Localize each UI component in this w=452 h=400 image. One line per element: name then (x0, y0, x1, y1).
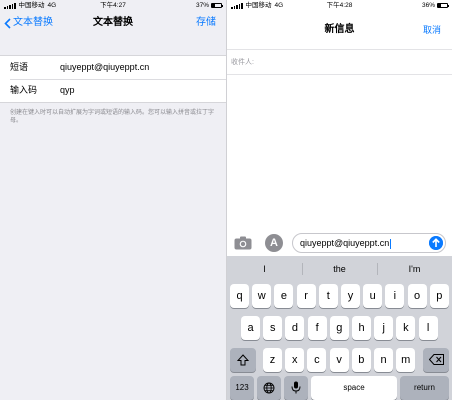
globe-key[interactable] (257, 376, 281, 400)
save-button[interactable]: 存储 (196, 11, 216, 35)
globe-icon (263, 382, 275, 394)
status-time: 下午4:28 (326, 2, 353, 9)
key-r[interactable]: r (296, 284, 316, 308)
key-z[interactable]: z (263, 348, 282, 372)
compose-bar: A qiuyeppt@qiuyeppt.cn (227, 230, 452, 256)
suggestion-3[interactable]: I'm (377, 256, 452, 282)
suggestion-1[interactable]: I (227, 256, 302, 282)
recipient-field[interactable]: 收件人: (227, 49, 452, 75)
key-p[interactable]: p (429, 284, 449, 308)
key-d[interactable]: d (285, 316, 305, 340)
phrase-row[interactable]: 短语 qiuyeppt@qiuyeppt.cn (0, 56, 226, 79)
battery-percent: 37% (195, 2, 209, 9)
return-key[interactable]: return (400, 376, 449, 400)
backspace-key[interactable] (423, 348, 449, 372)
text-replacement-screen: 中国移动 4G 下午4:27 37% 文本替换 文本替换 存储 短语 qiuye… (0, 0, 226, 400)
battery-percent: 36% (421, 2, 435, 9)
key-row-4: 123 space return (227, 376, 452, 400)
key-n[interactable]: n (374, 348, 393, 372)
key-e[interactable]: e (274, 284, 294, 308)
hint-text: 创建在键入时可以自动扩展为字词或短语的输入码。您可以输入拼音或拉丁字母。 (10, 110, 215, 124)
key-row-2: asdfghjkl (227, 316, 452, 340)
status-bar: 中国移动 4G 下午4:27 37% (0, 0, 226, 11)
key-row-3: zxcvbnm (227, 348, 452, 372)
shortcut-field[interactable]: qyp (60, 79, 75, 102)
nav-bar: 新信息 取消 (227, 11, 452, 49)
key-t[interactable]: t (318, 284, 338, 308)
nav-bar: 文本替换 文本替换 存储 (0, 11, 226, 35)
key-q[interactable]: q (230, 284, 249, 308)
shift-icon (236, 354, 250, 366)
shortcut-row[interactable]: 输入码 qyp (0, 79, 226, 102)
suggestion-2[interactable]: the (302, 256, 377, 282)
camera-icon[interactable] (234, 236, 252, 250)
key-k[interactable]: k (396, 316, 416, 340)
backspace-icon (428, 354, 444, 365)
key-f[interactable]: f (307, 316, 327, 340)
message-text: qiuyeppt@qiuyeppt.cn (300, 238, 390, 248)
keyboard: I the I'm qwertyuiop asdfghjkl zxcvbnm 1… (227, 256, 452, 400)
microphone-key[interactable] (284, 376, 308, 400)
page-title: 新信息 (324, 24, 355, 35)
page-title: 文本替换 (93, 17, 133, 28)
key-g[interactable]: g (329, 316, 349, 340)
key-o[interactable]: o (407, 284, 427, 308)
key-w[interactable]: w (252, 284, 272, 308)
microphone-icon (291, 381, 301, 394)
numbers-key[interactable]: 123 (230, 376, 254, 400)
key-h[interactable]: h (352, 316, 371, 340)
shift-key[interactable] (230, 348, 256, 372)
battery-icon (211, 3, 223, 8)
status-bar: 中国移动 4G 下午4:28 36% (227, 0, 452, 11)
key-b[interactable]: b (351, 348, 371, 372)
space-key[interactable]: space (311, 376, 397, 400)
key-y[interactable]: y (341, 284, 360, 308)
key-row-1: qwertyuiop (227, 284, 452, 308)
key-v[interactable]: v (329, 348, 349, 372)
replacement-form: 短语 qiuyeppt@qiuyeppt.cn 输入码 qyp (0, 55, 226, 103)
send-arrow-icon[interactable] (429, 236, 443, 250)
key-l[interactable]: l (418, 316, 438, 340)
key-u[interactable]: u (363, 284, 383, 308)
suggestion-bar: I the I'm (227, 256, 452, 282)
key-m[interactable]: m (396, 348, 416, 372)
key-c[interactable]: c (307, 348, 327, 372)
key-x[interactable]: x (285, 348, 305, 372)
key-s[interactable]: s (263, 316, 283, 340)
recipient-label: 收件人: (231, 59, 254, 66)
phrase-field[interactable]: qiuyeppt@qiuyeppt.cn (60, 56, 149, 79)
text-cursor (390, 238, 392, 249)
key-j[interactable]: j (374, 316, 394, 340)
appstore-icon[interactable]: A (265, 234, 283, 252)
battery-icon (437, 3, 449, 8)
new-message-screen: 中国移动 4G 下午4:28 36% 新信息 取消 收件人: A qiuyepp… (227, 0, 452, 400)
status-time: 下午4:27 (100, 2, 126, 9)
key-a[interactable]: a (241, 316, 260, 340)
phrase-label: 短语 (10, 62, 29, 72)
cancel-button[interactable]: 取消 (423, 11, 441, 49)
key-i[interactable]: i (385, 284, 405, 308)
message-input[interactable]: qiuyeppt@qiuyeppt.cn (292, 233, 446, 253)
shortcut-label: 输入码 (10, 85, 38, 95)
